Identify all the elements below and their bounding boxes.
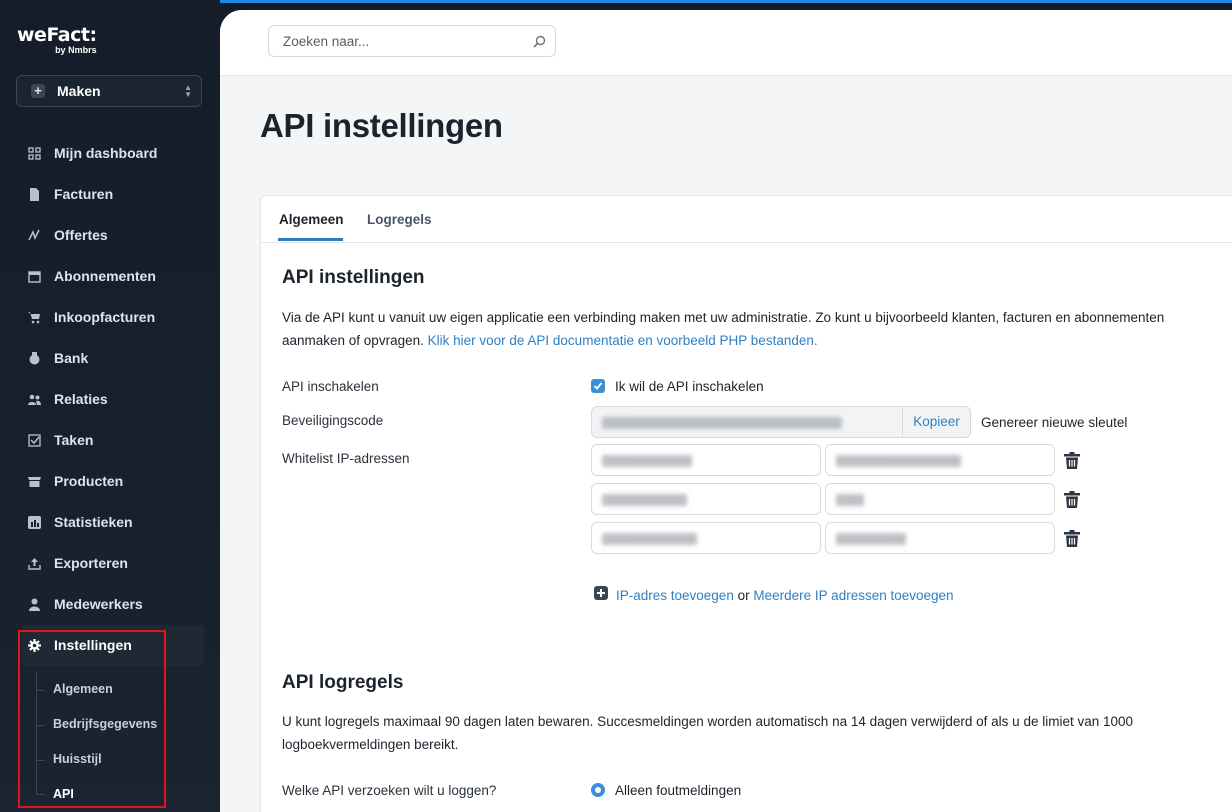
sidebar-item-label: Exporteren xyxy=(54,555,128,571)
label-api-enable: API inschakelen xyxy=(282,379,379,394)
settings-intro: Via de API kunt u vanuit uw eigen applic… xyxy=(282,306,1222,352)
ip-description-field[interactable] xyxy=(825,483,1055,515)
box-icon xyxy=(28,477,41,487)
sidebar-item-inkoopfacturen[interactable]: Inkoopfacturen xyxy=(0,297,220,338)
regenerate-key-link[interactable]: Genereer nieuwe sleutel xyxy=(981,415,1127,430)
sidebar-item-label: Offertes xyxy=(54,227,108,243)
api-enable-checkbox[interactable] xyxy=(591,379,605,393)
sidebar-item-label: Taken xyxy=(54,432,94,448)
people-icon xyxy=(28,394,41,405)
checkbox-icon xyxy=(28,434,41,447)
main-content: API instellingen Algemeen Logregels API … xyxy=(220,10,1232,812)
copy-button[interactable]: Kopieer xyxy=(902,406,971,438)
calendar-icon xyxy=(28,271,41,283)
employee-icon xyxy=(29,598,40,611)
plus-icon: + xyxy=(31,84,45,98)
ip-address-value xyxy=(602,494,687,506)
cart-icon xyxy=(28,312,40,324)
bank-icon xyxy=(29,352,40,365)
ip-description-value xyxy=(836,494,864,506)
sidebar-item-facturen[interactable]: Facturen xyxy=(0,174,220,215)
add-ip-row: IP-adres toevoegen or Meerdere IP adress… xyxy=(616,588,954,603)
ip-description-field[interactable] xyxy=(825,444,1055,476)
label-whitelist: Whitelist IP-adressen xyxy=(282,451,410,466)
radio-dot xyxy=(595,787,601,793)
api-enable-checkbox-label[interactable]: Ik wil de API inschakelen xyxy=(615,379,764,394)
sidebar-item-abonnementen[interactable]: Abonnementen xyxy=(0,256,220,297)
label-log-question: Welke API verzoeken wilt u loggen? xyxy=(282,783,497,798)
search-box[interactable] xyxy=(268,25,556,57)
sidebar-item-label: Abonnementen xyxy=(54,268,156,284)
chevron-updown-icon: ▲ ▼ xyxy=(184,83,192,99)
ip-address-value xyxy=(602,533,697,545)
make-label: Maken xyxy=(57,83,101,99)
make-select[interactable]: + Maken ▲ ▼ xyxy=(16,75,202,107)
ip-address-value xyxy=(602,455,692,467)
dashboard-icon xyxy=(28,147,41,160)
ip-description-field[interactable] xyxy=(825,522,1055,554)
tab-logregels[interactable]: Logregels xyxy=(367,212,432,227)
trash-icon[interactable] xyxy=(1064,491,1080,508)
api-docs-link[interactable]: Klik hier voor de API documentatie en vo… xyxy=(428,333,818,348)
tab-algemeen[interactable]: Algemeen xyxy=(279,212,344,227)
sidebar-item-label: Relaties xyxy=(54,391,108,407)
logo-text: weFact: xyxy=(17,24,97,46)
ip-description-value xyxy=(836,455,961,467)
label-security-code: Beveiligingscode xyxy=(282,413,384,428)
search-icon[interactable] xyxy=(533,35,546,48)
plus-glyph xyxy=(597,589,605,597)
log-option-label[interactable]: Alleen foutmeldingen xyxy=(615,783,741,798)
sidebar-item-taken[interactable]: Taken xyxy=(0,420,220,461)
sidebar-item-offertes[interactable]: Offertes xyxy=(0,215,220,256)
sidebar-item-dashboard[interactable]: Mijn dashboard xyxy=(0,133,220,174)
sidebar-item-label: Facturen xyxy=(54,186,114,202)
ip-address-field[interactable] xyxy=(591,483,821,515)
header xyxy=(220,10,1232,76)
page-title: API instellingen xyxy=(260,107,503,144)
sidebar-item-label: Bank xyxy=(54,350,89,366)
log-text: U kunt logregels maximaal 90 dagen laten… xyxy=(282,714,1134,752)
ip-description-value xyxy=(836,533,906,545)
export-icon xyxy=(28,558,41,570)
ip-address-field[interactable] xyxy=(591,522,821,554)
chart-icon xyxy=(28,516,41,529)
tab-bar: Algemeen Logregels xyxy=(261,196,1232,243)
logo[interactable]: weFact: by Nmbrs xyxy=(17,25,97,55)
sidebar-item-bank[interactable]: Bank xyxy=(0,338,220,379)
trash-icon[interactable] xyxy=(1064,452,1080,469)
sidebar-item-label: Mijn dashboard xyxy=(54,145,158,161)
add-ip-link[interactable]: IP-adres toevoegen xyxy=(616,588,734,603)
sidebar-item-medewerkers[interactable]: Medewerkers xyxy=(0,584,220,625)
settings-card: Algemeen Logregels API instellingen Via … xyxy=(260,195,1232,812)
sidebar-item-label: Statistieken xyxy=(54,514,133,530)
sidebar-item-producten[interactable]: Producten xyxy=(0,461,220,502)
section-title-log: API logregels xyxy=(282,672,404,693)
sidebar-item-statistieken[interactable]: Statistieken xyxy=(0,502,220,543)
sidebar: weFact: by Nmbrs + Maken ▲ ▼ Mijn dashboa… xyxy=(0,0,220,812)
sidebar-item-label: Medewerkers xyxy=(54,596,143,612)
ip-address-field[interactable] xyxy=(591,444,821,476)
plus-icon[interactable] xyxy=(594,586,608,600)
sidebar-item-relaties[interactable]: Relaties xyxy=(0,379,220,420)
highlight-box xyxy=(18,630,166,808)
add-multiple-ip-link[interactable]: Meerdere IP adressen toevoegen xyxy=(753,588,953,603)
search-input[interactable] xyxy=(281,33,525,50)
security-code-value xyxy=(602,417,842,429)
sidebar-item-label: Inkoopfacturen xyxy=(54,309,156,325)
logo-sub: by Nmbrs xyxy=(55,45,97,55)
sidebar-item-label: Producten xyxy=(54,473,124,489)
trash-icon[interactable] xyxy=(1064,530,1080,547)
check-icon xyxy=(593,382,603,390)
section-title-settings: API instellingen xyxy=(282,267,425,288)
sidebar-item-exporteren[interactable]: Exporteren xyxy=(0,543,220,584)
or-text: or xyxy=(737,588,750,603)
active-tab-indicator xyxy=(278,238,343,241)
quote-icon xyxy=(28,229,40,241)
invoice-icon xyxy=(30,188,39,201)
log-option-radio[interactable] xyxy=(591,783,605,797)
security-code-field[interactable] xyxy=(591,406,903,438)
